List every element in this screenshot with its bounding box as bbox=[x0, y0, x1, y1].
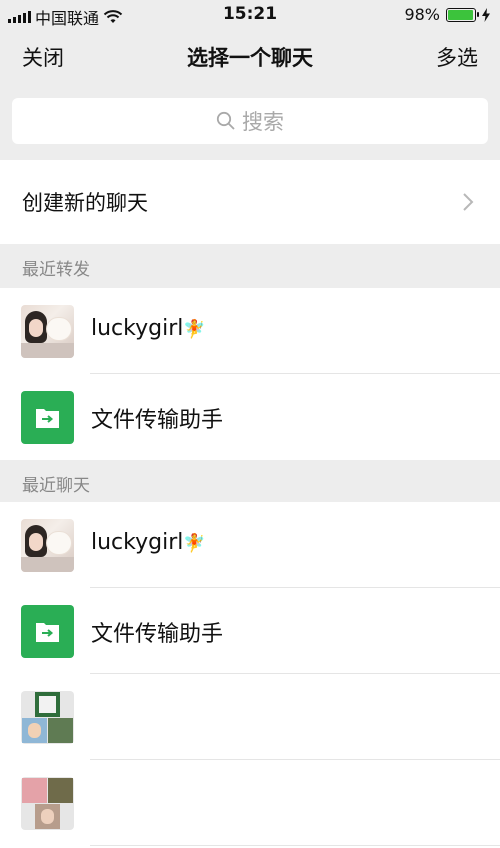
page-title: 选择一个聊天 bbox=[187, 46, 313, 70]
section-header-recent-chats: 最近聊天 bbox=[0, 460, 500, 504]
list-item[interactable]: 文件传输助手 bbox=[0, 588, 500, 674]
group-avatar bbox=[21, 777, 74, 830]
battery-percent: 98% bbox=[404, 5, 440, 24]
section-label: 最近转发 bbox=[22, 260, 90, 280]
file-transfer-icon bbox=[36, 623, 59, 642]
fairy-emoji-icon: 🧚 bbox=[183, 533, 206, 554]
chat-name: luckygirl🧚 bbox=[91, 316, 206, 341]
list-item[interactable] bbox=[0, 674, 500, 760]
chat-name: 文件传输助手 bbox=[91, 408, 224, 433]
search-area: 搜索 bbox=[0, 82, 500, 160]
fairy-emoji-icon: 🧚 bbox=[183, 319, 206, 340]
search-input[interactable]: 搜索 bbox=[12, 98, 488, 144]
battery-group: 98% bbox=[404, 5, 490, 24]
list-item[interactable]: luckygirl🧚 bbox=[0, 502, 500, 588]
section-label: 最近聊天 bbox=[22, 476, 90, 496]
group-avatar bbox=[21, 691, 74, 744]
multi-select-button[interactable]: 多选 bbox=[436, 42, 478, 72]
avatar bbox=[21, 605, 74, 658]
list-item[interactable] bbox=[0, 760, 500, 846]
file-transfer-icon bbox=[36, 409, 59, 428]
chat-name: 文件传输助手 bbox=[91, 622, 224, 647]
create-chat-label: 创建新的聊天 bbox=[22, 191, 148, 215]
list-item[interactable]: luckygirl🧚 bbox=[0, 288, 500, 374]
avatar bbox=[21, 305, 74, 358]
avatar bbox=[21, 519, 74, 572]
search-icon bbox=[216, 111, 235, 130]
nav-bar: 关闭 选择一个聊天 多选 bbox=[0, 30, 500, 82]
charging-icon bbox=[482, 7, 490, 22]
create-chat-row[interactable]: 创建新的聊天 bbox=[0, 160, 500, 244]
chat-name: luckygirl🧚 bbox=[91, 530, 206, 555]
section-header-recent-forward: 最近转发 bbox=[0, 244, 500, 288]
status-bar: 中国联通 15:21 98% bbox=[0, 0, 500, 30]
search-placeholder: 搜索 bbox=[242, 110, 284, 134]
avatar bbox=[21, 391, 74, 444]
battery-icon bbox=[446, 7, 479, 22]
list-item[interactable]: 文件传输助手 bbox=[0, 374, 500, 460]
chevron-right-icon bbox=[463, 193, 474, 211]
